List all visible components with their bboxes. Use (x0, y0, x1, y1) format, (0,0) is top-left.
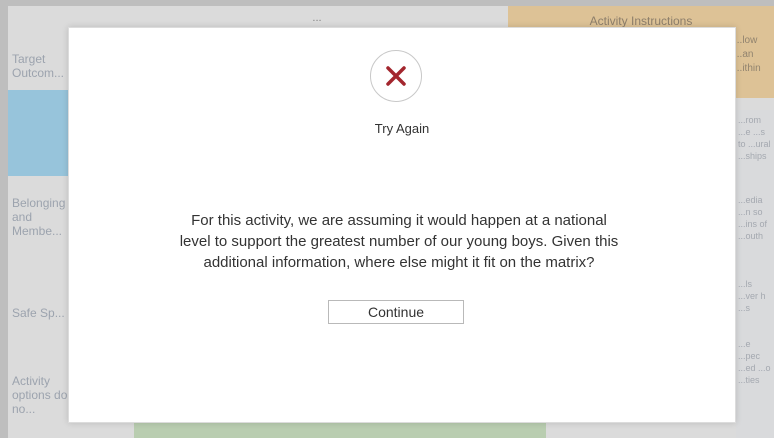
close-x-icon (370, 50, 422, 102)
continue-button[interactable]: Continue (328, 300, 464, 324)
dialog-title: Try Again (374, 121, 430, 136)
feedback-dialog: Try Again For this activity, we are assu… (68, 27, 736, 423)
dialog-message: For this activity, we are assuming it wo… (179, 212, 619, 271)
